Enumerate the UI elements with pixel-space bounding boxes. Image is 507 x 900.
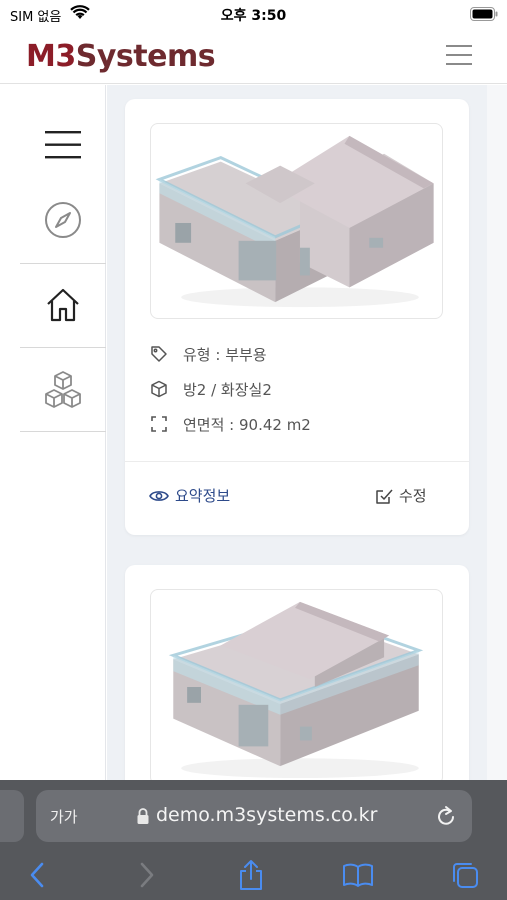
house-3d-preview[interactable] [150, 123, 443, 319]
cubes-icon [45, 371, 81, 408]
home-icon [47, 288, 79, 322]
rail-home-button[interactable] [20, 275, 106, 335]
compass-icon [45, 202, 81, 238]
house-rooms-label: 방2 / 화장실2 [183, 380, 272, 399]
status-bar: SIM 없음 오후 3:50 [0, 0, 507, 28]
tabs-icon [453, 863, 478, 888]
rail-divider [20, 431, 106, 432]
expand-icon [149, 414, 169, 434]
lock-icon [137, 808, 149, 824]
house-rooms-row: 방2 / 화장실2 [149, 377, 272, 401]
page-edge [487, 85, 507, 785]
share-icon [240, 860, 262, 890]
url-text: demo.m3systems.co.kr [156, 804, 378, 826]
rail-divider [20, 347, 106, 348]
previous-tab-preview[interactable] [0, 790, 24, 842]
house-area-row: 연면적 : 90.42 m2 [149, 412, 311, 436]
house-render-image [168, 601, 424, 779]
house-area-label: 연면적 : 90.42 m2 [183, 415, 311, 434]
rail-menu-button[interactable] [20, 120, 106, 170]
browser-toolbar: 가가 demo.m3systems.co.kr [0, 780, 507, 900]
bookmarks-button[interactable] [341, 858, 375, 892]
summary-info-button[interactable]: 요약정보 [149, 485, 230, 506]
battery-icon [470, 7, 498, 21]
side-rail [0, 85, 106, 785]
rail-divider [20, 263, 106, 264]
rail-explore-button[interactable] [20, 195, 106, 245]
edit-button[interactable]: 수정 [375, 485, 427, 506]
logo-m3: M3 [26, 38, 76, 74]
share-button[interactable] [234, 858, 268, 892]
summary-info-label: 요약정보 [175, 487, 231, 505]
app-header: M3 Systems [0, 28, 507, 84]
tabs-button[interactable] [448, 858, 482, 892]
rail-models-button[interactable] [20, 360, 106, 420]
logo-systems: Systems [75, 38, 216, 74]
text-size-button[interactable]: 가가 [50, 806, 78, 827]
content-area: 유형 : 부부용 방2 / 화장실2 연면적 : 90.42 m2 요약정보 수… [107, 85, 487, 785]
tag-icon [149, 344, 169, 364]
house-render-image [155, 135, 434, 308]
box-icon [149, 379, 169, 399]
house-3d-preview[interactable] [150, 589, 443, 785]
eye-icon [149, 489, 169, 503]
address-bar[interactable]: 가가 demo.m3systems.co.kr [36, 790, 472, 842]
bookmarks-icon [343, 863, 373, 887]
hamburger-menu-icon[interactable] [446, 44, 472, 66]
forward-button[interactable] [130, 858, 164, 892]
house-type-label: 유형 : 부부용 [183, 345, 267, 364]
reload-icon[interactable] [434, 804, 458, 828]
house-type-row: 유형 : 부부용 [149, 342, 267, 366]
card-divider [125, 461, 469, 462]
edit-label: 수정 [399, 487, 427, 505]
house-card [125, 565, 469, 785]
menu-icon [45, 131, 81, 159]
brand-logo[interactable]: M3 Systems [26, 36, 216, 76]
status-time: 오후 3:50 [220, 8, 287, 24]
back-button[interactable] [20, 858, 54, 892]
house-card: 유형 : 부부용 방2 / 화장실2 연면적 : 90.42 m2 요약정보 수… [125, 99, 469, 535]
edit-icon [375, 487, 393, 505]
forward-icon [140, 862, 154, 888]
back-icon [30, 862, 44, 888]
